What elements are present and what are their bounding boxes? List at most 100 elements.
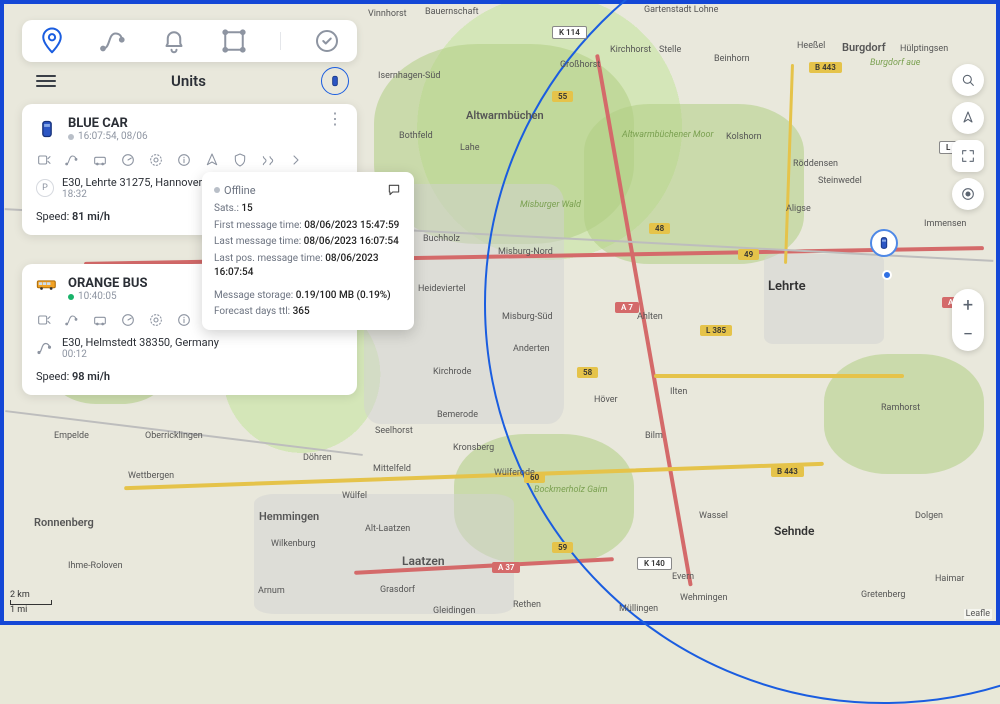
status-dot	[68, 294, 74, 300]
map-label: Sehnde	[774, 524, 814, 538]
tab-status[interactable]	[312, 26, 342, 56]
unit-tooltip: Offline Sats.: 15 First message time: 08…	[202, 172, 414, 330]
speed-icon[interactable]	[120, 152, 136, 168]
track-icon[interactable]	[64, 312, 80, 328]
map-label: Stelle	[659, 45, 681, 55]
info-icon[interactable]	[176, 312, 192, 328]
map-label: Burgdorf	[842, 41, 886, 54]
map-label: Wettbergen	[128, 471, 174, 481]
road-badge: 49	[738, 249, 759, 260]
moving-icon	[36, 339, 54, 357]
search-button[interactable]	[952, 64, 984, 96]
map-label: Gleidingen	[433, 606, 475, 616]
speed-value: 81 mi/h	[72, 210, 110, 223]
parking-chip: P	[36, 179, 54, 197]
messages-icon[interactable]	[92, 152, 108, 168]
page-title: Units	[171, 72, 206, 90]
road-badge: K 114	[552, 26, 587, 39]
speed-value: 98 mi/h	[72, 370, 110, 383]
map-label: Immensen	[924, 219, 966, 229]
map-label: Altwarmbüchen	[466, 109, 544, 122]
card-menu-button[interactable]: ⋮	[327, 116, 343, 122]
map-label: Kronsberg	[453, 443, 494, 453]
map-label: Ilten	[670, 387, 687, 397]
route2-icon[interactable]	[260, 152, 276, 168]
locate-icon[interactable]	[36, 312, 52, 328]
map-label: Gretenberg	[861, 590, 905, 600]
tooltip-status: Offline	[224, 184, 256, 197]
map-label: Steinwedel	[818, 176, 862, 186]
compass-button[interactable]	[952, 102, 984, 134]
map-label: Großhorst	[560, 60, 600, 70]
gps-icon[interactable]	[148, 312, 164, 328]
locate-me-button[interactable]	[952, 178, 984, 210]
map-label: Seelhorst	[375, 426, 413, 436]
map-label: Misburg-Süd	[502, 312, 553, 322]
zoom-in-button[interactable]: +	[963, 295, 973, 316]
position-dot	[882, 270, 892, 280]
map-label: Alt-Laatzen	[365, 524, 410, 534]
map-label: Hemmingen	[259, 510, 319, 523]
map-label: Laatzen	[402, 554, 445, 568]
map-label: Aligse	[786, 204, 811, 214]
speed-icon[interactable]	[120, 312, 136, 328]
map-label: Bauernschaft	[425, 7, 479, 17]
location-time: 00:12	[62, 349, 343, 360]
unit-subtitle: 10:40:05	[78, 291, 117, 302]
map-label: Kirchrode	[433, 367, 471, 377]
fullscreen-button[interactable]	[952, 140, 984, 172]
chevron-right-icon[interactable]	[288, 152, 304, 168]
tab-geofences[interactable]	[219, 26, 249, 56]
map-label: Dolgen	[915, 511, 943, 521]
map-label: Misburger Wald	[520, 200, 581, 210]
map-label: Döhren	[303, 453, 332, 463]
map-label: Vinnhorst	[368, 9, 407, 19]
map-label: Rethen	[513, 600, 541, 610]
tab-routes[interactable]	[98, 26, 128, 56]
map-label: Buchholz	[423, 234, 460, 244]
map-label: Beinhorn	[714, 54, 750, 64]
nav-icon[interactable]	[204, 152, 220, 168]
map-label: Lahe	[460, 143, 479, 153]
map-label: Gartenstadt Lohne	[644, 5, 718, 15]
road-badge: 48	[649, 223, 670, 234]
map-label: Wülferode	[494, 468, 535, 478]
map-label: Heideviertel	[418, 284, 466, 294]
map-label: Evern	[672, 572, 694, 582]
map-label: Haimar	[935, 574, 964, 584]
track-icon[interactable]	[64, 152, 80, 168]
unit-type-button[interactable]	[321, 67, 349, 95]
map-label: Empelde	[54, 431, 89, 441]
map-label: Wassel	[699, 511, 728, 521]
road-badge: 58	[577, 367, 598, 378]
map-label: Bockmerholz Gaim	[534, 485, 608, 495]
unit-name: ORANGE BUS	[68, 276, 147, 291]
shield-icon[interactable]	[232, 152, 248, 168]
gps-icon[interactable]	[148, 152, 164, 168]
card-toolbar	[36, 152, 343, 168]
info-icon[interactable]	[176, 152, 192, 168]
map-label: Bemerode	[437, 410, 478, 420]
map-attribution: Leafle	[964, 609, 992, 619]
tab-notifications[interactable]	[159, 26, 189, 56]
messages-icon[interactable]	[92, 312, 108, 328]
map-label: Wilkenburg	[271, 539, 316, 549]
map-label: Kirchhorst	[610, 45, 651, 55]
bus-icon	[36, 276, 58, 294]
map-label: Ahlten	[637, 312, 663, 322]
unit-marker-blue-car[interactable]	[870, 229, 898, 257]
menu-button[interactable]	[36, 75, 56, 87]
geofence-circle	[484, 0, 1000, 704]
map-label: Hülptingsen	[900, 44, 948, 54]
map-label: Röddensen	[793, 159, 838, 169]
map-label: Grasdorf	[380, 585, 415, 595]
chat-icon[interactable]	[386, 182, 402, 198]
road-badge: B 443	[771, 466, 804, 477]
tab-tracking[interactable]	[37, 26, 67, 56]
map-label: Müllingen	[619, 604, 658, 614]
map-label: Bothfeld	[399, 131, 433, 141]
zoom-out-button[interactable]: −	[963, 324, 973, 345]
speed-label: Speed:	[36, 210, 69, 223]
road-badge: A 37	[492, 562, 520, 573]
locate-icon[interactable]	[36, 152, 52, 168]
